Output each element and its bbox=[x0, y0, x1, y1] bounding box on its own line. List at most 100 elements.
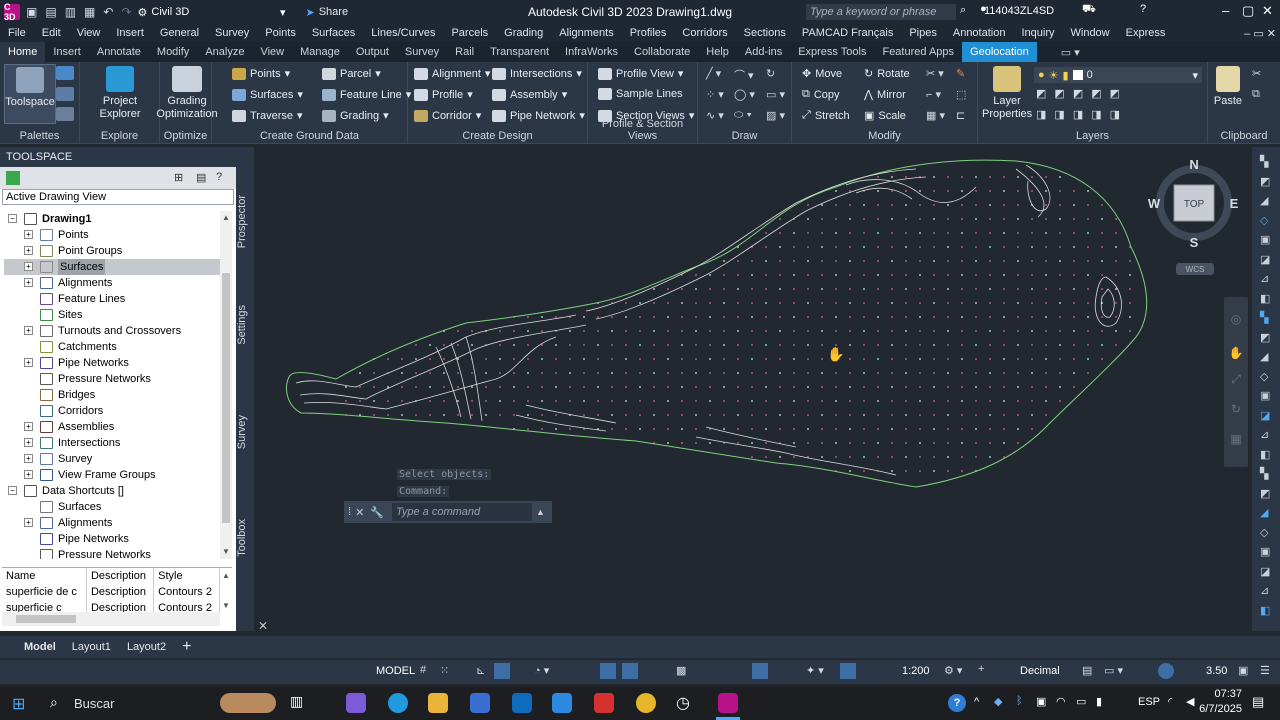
quick-properties-icon[interactable]: ▤ bbox=[1082, 664, 1092, 677]
ribbon-tab[interactable]: Add-ins bbox=[737, 42, 790, 62]
menu-item[interactable]: Parcels bbox=[451, 27, 488, 39]
move-button[interactable]: ✥ Move bbox=[802, 67, 842, 81]
side-tool-icon[interactable]: ◧ bbox=[1260, 292, 1270, 305]
compass-s-label[interactable]: S bbox=[1190, 235, 1199, 250]
mirror-button[interactable]: ⋀ Mirror bbox=[864, 88, 906, 102]
expand-icon[interactable]: + bbox=[24, 326, 33, 335]
ribbon-tab[interactable]: InfraWorks bbox=[557, 42, 626, 62]
tree-item[interactable]: + Pipe Networks bbox=[4, 355, 220, 371]
tree-scrollbar[interactable]: ▲ ▼ bbox=[220, 211, 232, 559]
polar-icon[interactable]: ◔ ▾ bbox=[534, 664, 549, 677]
isolate-icon[interactable]: ▭ ▾ bbox=[1104, 664, 1123, 677]
viewcube[interactable]: TOP N S E W WCS bbox=[1148, 157, 1239, 275]
network-icon[interactable]: ◠ bbox=[1056, 695, 1066, 708]
layer-tool-icon[interactable]: ◩ bbox=[1110, 87, 1120, 100]
layer-tool-icon[interactable]: ◨ bbox=[1110, 108, 1120, 121]
ellipse-icon[interactable]: ⬭ ▾ bbox=[734, 109, 752, 122]
osnap-icon[interactable] bbox=[600, 663, 616, 679]
hardware-acceleration-icon[interactable] bbox=[1158, 663, 1174, 679]
tree-item[interactable]: + Alignments bbox=[4, 275, 220, 291]
menu-item[interactable]: Annotation bbox=[953, 27, 1006, 39]
units-selector[interactable]: Decimal bbox=[1020, 665, 1060, 677]
collapse-icon[interactable]: − bbox=[8, 214, 17, 223]
undo-icon[interactable]: ↶ bbox=[103, 5, 113, 19]
paste-button[interactable]: Paste bbox=[1212, 66, 1244, 108]
toolspace-view-selector[interactable]: Active Drawing View bbox=[2, 189, 234, 205]
side-tool-icon[interactable]: ◢ bbox=[1260, 350, 1268, 363]
layer-tool-icon[interactable]: ◨ bbox=[1073, 108, 1083, 121]
create-ground-data-title[interactable]: Create Ground Data bbox=[212, 130, 407, 142]
arc-icon[interactable]: ↻ bbox=[766, 67, 775, 80]
grid-icon[interactable]: # bbox=[420, 664, 426, 676]
clock-app-icon[interactable]: ◷ bbox=[676, 693, 696, 713]
menu-item[interactable]: View bbox=[77, 27, 101, 39]
side-tool-icon[interactable]: ◩ bbox=[1260, 487, 1270, 500]
plot-icon[interactable]: ▦ bbox=[84, 5, 95, 19]
layer-tool-icon[interactable]: ◩ bbox=[1036, 87, 1046, 100]
help-icon[interactable]: ? bbox=[1140, 3, 1146, 15]
ribbon-tab[interactable]: Rail bbox=[447, 42, 482, 62]
side-tab[interactable]: Prospector bbox=[236, 195, 254, 248]
annotation-visibility-icon[interactable] bbox=[840, 663, 856, 679]
side-tool-icon[interactable]: ▚ bbox=[1260, 467, 1268, 480]
infer-icon[interactable]: ⊾ bbox=[476, 664, 485, 677]
ortho-icon[interactable] bbox=[494, 663, 510, 679]
sample-lines-button[interactable]: Sample Lines bbox=[598, 88, 683, 100]
side-tool-icon[interactable]: ◇ bbox=[1260, 526, 1268, 539]
explode-icon[interactable]: ⬚ bbox=[956, 88, 966, 101]
model-space-button[interactable]: MODEL bbox=[376, 665, 415, 677]
side-tool-icon[interactable]: ▣ bbox=[1260, 233, 1270, 246]
layout-tab[interactable]: Layout1 bbox=[72, 641, 111, 653]
annotation-scale[interactable]: 1:200 bbox=[902, 665, 930, 677]
menu-item[interactable]: Insert bbox=[116, 27, 144, 39]
doc-window-controls[interactable]: – ▭ ✕ bbox=[1244, 27, 1276, 40]
ribbon-tab[interactable]: Featured Apps bbox=[874, 42, 962, 62]
menu-item[interactable]: Points bbox=[265, 27, 296, 39]
side-tool-icon[interactable]: ⊿ bbox=[1260, 272, 1269, 285]
menu-item[interactable]: General bbox=[160, 27, 199, 39]
share-button[interactable]: Share bbox=[319, 6, 348, 18]
multipoint-icon[interactable]: ⁘ ▾ bbox=[706, 88, 724, 101]
redo-icon[interactable]: ↷ bbox=[121, 5, 131, 19]
tree-item[interactable]: − Data Shortcuts [] bbox=[4, 483, 220, 499]
menu-item[interactable]: Profiles bbox=[630, 27, 667, 39]
layer-tool-icon[interactable]: ◨ bbox=[1054, 108, 1064, 121]
ribbon-tab[interactable]: Express Tools bbox=[790, 42, 874, 62]
layer-dropdown[interactable]: ● ☀ ▮ 0 ▾ bbox=[1034, 67, 1202, 83]
expand-icon[interactable]: + bbox=[24, 454, 33, 463]
compass-e-label[interactable]: E bbox=[1230, 196, 1239, 211]
layer-tool-icon[interactable]: ◩ bbox=[1073, 87, 1083, 100]
ribbon-tab[interactable]: Analyze bbox=[197, 42, 252, 62]
compass-w-label[interactable]: W bbox=[1148, 196, 1161, 211]
tray-app-icon[interactable]: ▣ bbox=[1036, 695, 1046, 708]
scroll-up-icon[interactable]: ▲ bbox=[222, 213, 230, 222]
rotate-button[interactable]: ↻ Rotate bbox=[864, 67, 910, 81]
tray-app-icon[interactable]: ◆ bbox=[994, 695, 1002, 708]
grid-row[interactable]: superficie de c Description Contours 2 bbox=[2, 584, 220, 600]
customize-icon[interactable]: 🔧 bbox=[370, 506, 384, 519]
tree-item[interactable]: Pressure Networks bbox=[4, 371, 220, 387]
menu-item[interactable]: Inquiry bbox=[1021, 27, 1054, 39]
line-icon[interactable]: ╱ ▾ bbox=[706, 67, 721, 80]
draw-title[interactable]: Draw bbox=[698, 130, 791, 142]
menu-item[interactable]: Alignments bbox=[559, 27, 613, 39]
ribbon-tab[interactable]: View bbox=[252, 42, 292, 62]
alignment-button[interactable]: Alignment ▾ bbox=[414, 67, 490, 80]
command-history-toggle-icon[interactable]: ▲ bbox=[536, 507, 545, 517]
expand-icon[interactable]: + bbox=[24, 438, 33, 447]
tree-item[interactable]: Feature Lines bbox=[4, 291, 220, 307]
notifications-icon[interactable]: ▤ bbox=[1252, 694, 1264, 710]
file-explorer-icon[interactable] bbox=[428, 693, 448, 713]
copy-clip-icon[interactable]: ⧉ bbox=[1252, 88, 1260, 101]
bluetooth-icon[interactable]: ᛒ bbox=[1016, 695, 1023, 707]
toolspace-button[interactable]: Toolspace bbox=[4, 64, 56, 124]
expand-icon[interactable]: + bbox=[24, 358, 33, 367]
steering-wheel-icon[interactable]: ◎ bbox=[1231, 312, 1241, 326]
windows-start-icon[interactable]: ⊞ bbox=[12, 694, 25, 714]
hscroll-thumb[interactable] bbox=[16, 615, 76, 623]
menu-item[interactable]: Sections bbox=[744, 27, 786, 39]
tree-item[interactable]: Pipe Networks bbox=[4, 531, 220, 547]
side-tool-icon[interactable]: ◢ bbox=[1260, 506, 1268, 519]
polyline-icon[interactable]: ⌒ ▾ bbox=[734, 67, 754, 83]
save-as-icon[interactable]: ▥ bbox=[65, 5, 76, 19]
